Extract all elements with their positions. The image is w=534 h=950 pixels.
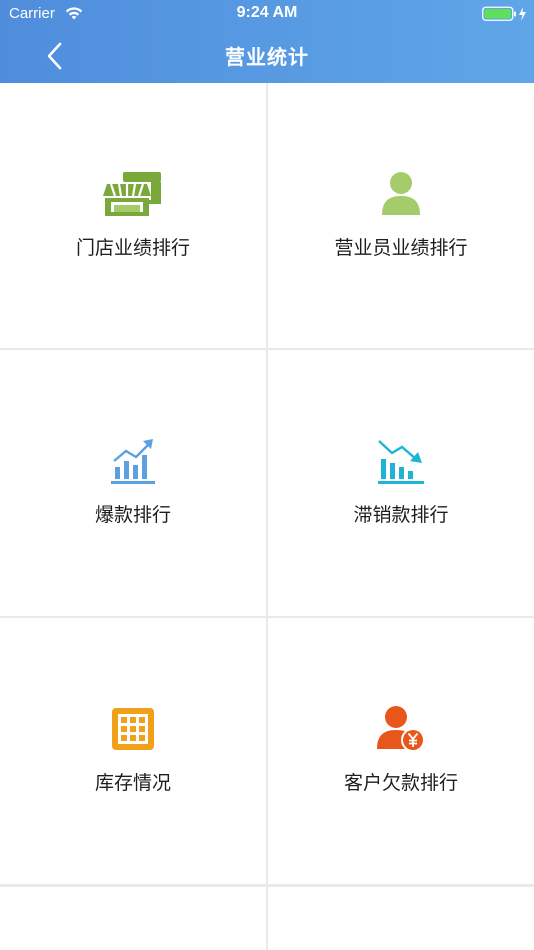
header: Carrier 9:24 AM 营业统计 [0,0,534,83]
store-icon [103,172,161,216]
menu-item-inventory-status[interactable]: 库存情况 [0,618,266,884]
menu-item-label: 客户欠款排行 [343,772,458,794]
menu-item-label: 库存情况 [94,772,171,794]
menu-item-empty [268,887,534,950]
menu-item-salesperson-ranking[interactable]: 营业员业绩排行 [268,83,534,348]
menu-item-customer-debt-ranking[interactable]: 客户欠款排行 [268,618,534,884]
inventory-grid-icon [112,708,154,750]
person-icon [382,172,420,215]
clock: 9:24 AM [236,4,298,21]
menu-item-bestseller-ranking[interactable]: 爆款排行 [0,350,266,616]
menu-item-empty [0,887,266,950]
customer-debt-icon [377,706,425,752]
menu-item-store-ranking[interactable]: 门店业绩排行 [0,83,266,348]
menu-item-label: 营业员业绩排行 [334,237,468,259]
chart-down-icon [378,440,424,484]
menu-item-slow-moving-ranking[interactable]: 滞销款排行 [268,350,534,616]
menu-grid: 门店业绩排行 营业员业绩排行 爆款排行 滞销款排行 库存情况 客户欠款排行 [0,83,534,950]
menu-item-label: 门店业绩排行 [75,237,190,259]
menu-item-label: 爆款排行 [94,504,171,526]
chart-up-icon [111,439,155,484]
status-bar: Carrier 9:24 AM [0,0,534,28]
page-title: 营业统计 [225,45,309,69]
nav-bar: 营业统计 [0,28,534,83]
menu-item-label: 滞销款排行 [353,504,449,526]
battery-charging-icon [482,6,526,21]
